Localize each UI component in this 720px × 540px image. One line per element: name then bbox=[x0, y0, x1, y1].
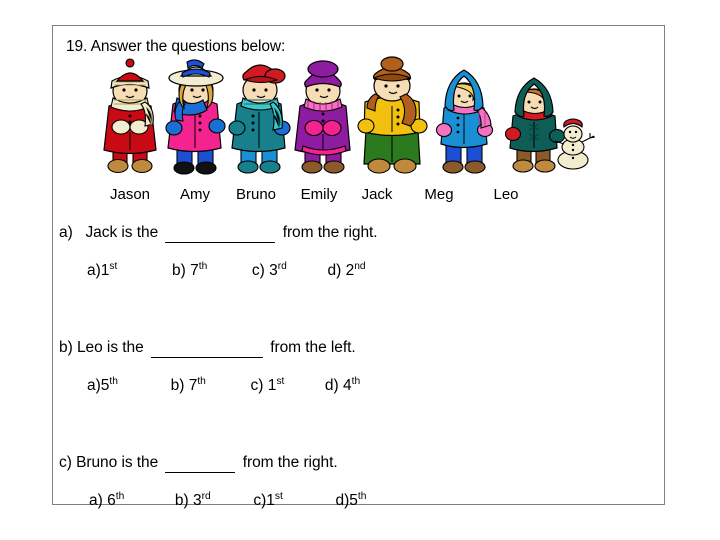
option-b-4[interactable]: d) 4th bbox=[325, 376, 360, 395]
option-a-2[interactable]: b) 7th bbox=[172, 261, 207, 280]
question-b-text: b) Leo is the from the left. bbox=[59, 339, 659, 358]
question-b-text-before: Leo is the bbox=[76, 339, 144, 356]
figure-bruno bbox=[228, 64, 291, 174]
question-c-options: a) 6th b) 3rd c)1st d)5th bbox=[59, 491, 659, 510]
figure-name-labels: Jason Amy Bruno Emily Jack Meg Leo bbox=[101, 186, 611, 208]
children-clipart-illustration bbox=[101, 54, 611, 184]
question-b-blank[interactable] bbox=[150, 339, 263, 358]
option-a-1[interactable]: a)1st bbox=[87, 261, 117, 280]
option-c-2[interactable]: b) 3rd bbox=[175, 491, 211, 510]
name-label-jack: Jack bbox=[361, 186, 393, 203]
question-c-prefix: c) bbox=[59, 454, 72, 471]
question-b-prefix: b) bbox=[59, 339, 73, 356]
question-a-prefix: a) bbox=[59, 224, 73, 241]
figure-leo bbox=[504, 77, 566, 173]
question-c-text: c) Bruno is the from the right. bbox=[59, 454, 659, 473]
figure-meg bbox=[435, 69, 494, 174]
question-a-options: a)1st b) 7th c) 3rd d) 2nd bbox=[59, 261, 659, 280]
name-label-leo: Leo bbox=[493, 186, 519, 203]
name-label-bruno: Bruno bbox=[235, 186, 277, 203]
figure-amy bbox=[165, 59, 226, 175]
name-label-amy: Amy bbox=[180, 186, 210, 203]
question-block-b: b) Leo is the from the left. a)5th b) 7t… bbox=[59, 339, 659, 395]
option-c-1[interactable]: a) 6th bbox=[89, 491, 124, 510]
name-label-emily: Emily bbox=[300, 186, 338, 203]
option-c-3[interactable]: c)1st bbox=[253, 491, 283, 510]
option-c-4[interactable]: d)5th bbox=[335, 491, 366, 510]
question-a-text-after: from the right. bbox=[282, 224, 378, 241]
question-block-c: c) Bruno is the from the right. a) 6th b… bbox=[59, 454, 659, 510]
question-a-text-before: Jack is the bbox=[85, 224, 159, 241]
option-a-3[interactable]: c) 3rd bbox=[252, 261, 287, 280]
question-block-a: a) Jack is the from the right. a)1st b) … bbox=[59, 224, 659, 280]
option-a-4[interactable]: d) 2nd bbox=[327, 261, 365, 280]
question-b-options: a)5th b) 7th c) 1st d) 4th bbox=[59, 376, 659, 395]
question-c-text-before: Bruno is the bbox=[76, 454, 159, 471]
question-a-text: a) Jack is the from the right. bbox=[59, 224, 659, 243]
figure-jason bbox=[103, 58, 157, 174]
question-c-text-after: from the right. bbox=[242, 454, 338, 471]
question-c-blank[interactable] bbox=[165, 454, 236, 473]
question-a-blank[interactable] bbox=[165, 224, 276, 243]
name-label-meg: Meg bbox=[424, 186, 454, 203]
figure-jack bbox=[357, 56, 428, 174]
name-label-jason: Jason bbox=[109, 186, 151, 203]
question-b-text-after: from the left. bbox=[270, 339, 356, 356]
worksheet-page: 19. Answer the questions below: Jason Am… bbox=[0, 0, 720, 540]
option-b-2[interactable]: b) 7th bbox=[171, 376, 206, 395]
figure-emily bbox=[294, 60, 351, 174]
option-b-1[interactable]: a)5th bbox=[87, 376, 118, 395]
snowman-figure bbox=[554, 118, 596, 170]
option-b-3[interactable]: c) 1st bbox=[250, 376, 284, 395]
worksheet-border-box: 19. Answer the questions below: Jason Am… bbox=[52, 25, 665, 509]
